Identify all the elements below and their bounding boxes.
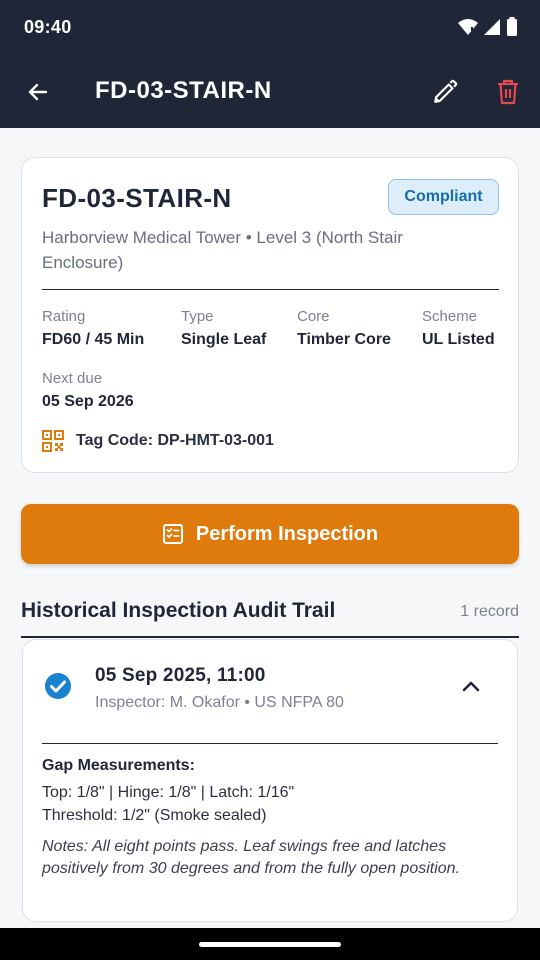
perform-inspection-button[interactable]: Perform Inspection xyxy=(21,504,519,564)
next-due-value: 05 Sep 2026 xyxy=(42,393,134,410)
spec-value: FD60 / 45 Min xyxy=(42,331,145,348)
next-due: Next due 05 Sep 2026 xyxy=(42,370,134,411)
delete-button[interactable] xyxy=(488,72,528,112)
card-divider xyxy=(42,289,499,290)
door-location: Harborview Medical Tower • Level 3 (Nort… xyxy=(42,228,403,272)
spec-rating: Rating FD60 / 45 Min xyxy=(42,308,144,349)
section-divider xyxy=(21,636,519,638)
gap-measurements-title: Gap Measurements: xyxy=(42,757,195,774)
status-icons xyxy=(458,17,518,37)
home-gesture-handle[interactable] xyxy=(199,942,341,947)
collapse-button[interactable] xyxy=(455,670,487,702)
tag-code-row: Tag Code: DP-HMT-03-001 xyxy=(42,430,274,452)
section-title: Historical Inspection Audit Trail xyxy=(21,599,336,622)
next-due-label: Next due xyxy=(42,370,103,387)
perform-inspection-label: Perform Inspection xyxy=(195,522,379,545)
audit-date: 05 Sep 2025, 11:00 xyxy=(95,665,266,686)
arrow-left-icon xyxy=(28,83,48,101)
status-time: 09:40 xyxy=(24,17,72,37)
trash-icon xyxy=(498,79,518,105)
spec-type: Type Single Leaf xyxy=(181,308,266,349)
battery-icon xyxy=(507,17,517,36)
qr-code-icon xyxy=(42,430,64,452)
wifi-icon xyxy=(458,19,478,35)
spec-value: Single Leaf xyxy=(181,331,267,348)
spec-label: Scheme xyxy=(422,308,478,325)
inspection-notes: Notes: All eight points pass. Leaf swing… xyxy=(42,838,461,877)
door-summary-card: FD-03-STAIR-N Compliant Harborview Medic… xyxy=(21,157,519,473)
edit-button[interactable] xyxy=(425,72,465,112)
audit-record-card: 05 Sep 2025, 11:00 Inspector: M. Okafor … xyxy=(22,639,518,922)
chevron-up-icon xyxy=(462,681,480,692)
spec-value: UL Listed xyxy=(422,331,495,348)
door-id: FD-03-STAIR-N xyxy=(42,183,232,213)
app-bar: FD-03-STAIR-N xyxy=(0,56,540,128)
checklist-icon xyxy=(162,524,183,544)
spec-scheme: Scheme UL Listed xyxy=(422,308,495,349)
spec-core: Core Timber Core xyxy=(297,308,391,349)
status-badge: Compliant xyxy=(388,179,499,215)
record-count: 1 record xyxy=(460,603,519,620)
spec-label: Rating xyxy=(42,308,86,325)
spec-label: Core xyxy=(297,308,330,325)
check-circle-icon xyxy=(45,673,71,699)
spec-label: Type xyxy=(181,308,214,325)
gap-measurements-line: Top: 1/8" | Hinge: 1/8" | Latch: 1/16" xyxy=(42,784,295,801)
system-nav-bar xyxy=(0,928,540,960)
pencil-icon xyxy=(434,79,458,103)
signal-icon xyxy=(484,19,500,35)
spec-value: Timber Core xyxy=(297,331,391,348)
audit-inspector: Inspector: M. Okafor • US NFPA 80 xyxy=(95,694,344,711)
status-bar: 09:40 xyxy=(0,0,540,56)
gap-threshold-line: Threshold: 1/2" (Smoke sealed) xyxy=(42,807,267,824)
app-title: FD-03-STAIR-N xyxy=(95,77,272,104)
audit-divider xyxy=(42,743,498,744)
tag-code: Tag Code: DP-HMT-03-001 xyxy=(76,432,274,449)
back-button[interactable] xyxy=(18,72,58,112)
